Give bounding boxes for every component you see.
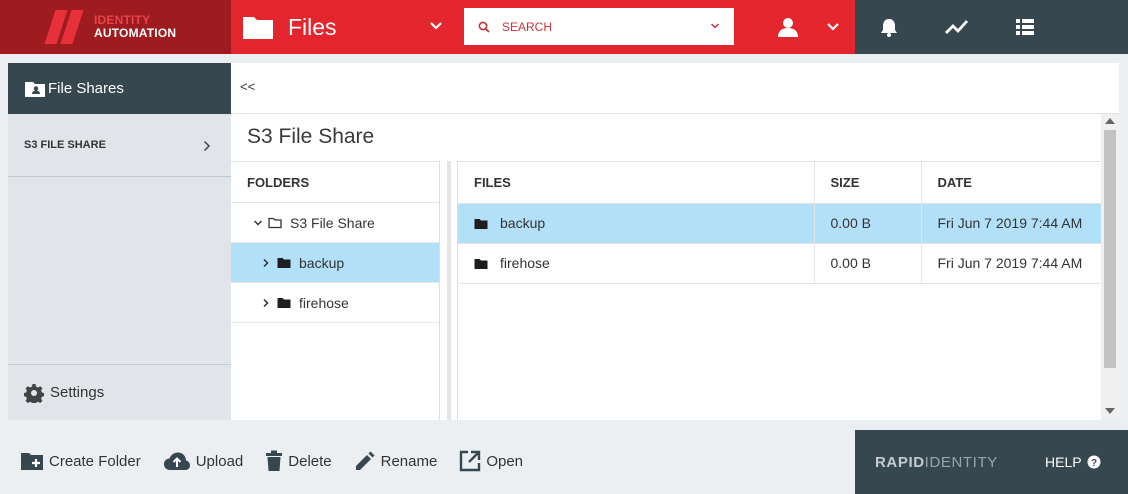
rapididentity-logo: RAPIDIDENTITY bbox=[875, 454, 998, 471]
cloud-upload-icon bbox=[163, 452, 190, 470]
svg-text:?: ? bbox=[1091, 458, 1097, 469]
open-label: Open bbox=[486, 452, 524, 470]
file-date: Fri Jun 7 2019 7:44 AM bbox=[921, 203, 1101, 244]
tree-label: firehose bbox=[299, 294, 349, 311]
top-bar: IDENTITY AUTOMATION Files bbox=[0, 0, 1128, 54]
folders-header: FOLDERS bbox=[231, 162, 439, 203]
scrollbar-thumb[interactable] bbox=[1104, 130, 1116, 368]
table-row[interactable]: backup 0.00 B Fri Jun 7 2019 7:44 AM bbox=[458, 203, 1101, 244]
trash-icon bbox=[266, 450, 283, 471]
delete-label: Delete bbox=[288, 452, 332, 470]
help-button[interactable]: HELP ? bbox=[1045, 454, 1101, 470]
user-icon bbox=[778, 18, 798, 37]
footer-brand-bar: RAPIDIDENTITY HELP ? bbox=[855, 430, 1128, 494]
upload-label: Upload bbox=[195, 452, 244, 470]
notifications-button[interactable] bbox=[855, 0, 923, 54]
analytics-button[interactable] bbox=[923, 0, 991, 54]
chevron-right-icon bbox=[263, 298, 269, 307]
folder-outline-icon bbox=[268, 217, 282, 228]
action-toolbar: Create Folder Upload Delete Rename Open bbox=[0, 428, 855, 494]
folder-icon bbox=[277, 257, 291, 268]
open-external-icon bbox=[460, 450, 481, 472]
list-icon bbox=[1016, 19, 1034, 35]
folder-icon bbox=[277, 297, 291, 308]
chevron-right-icon bbox=[203, 140, 211, 152]
delete-button[interactable]: Delete bbox=[265, 450, 332, 472]
upload-button[interactable]: Upload bbox=[163, 451, 244, 471]
settings-label: Settings bbox=[50, 384, 105, 401]
tree-item-backup[interactable]: backup bbox=[231, 243, 439, 283]
help-circle-icon: ? bbox=[1087, 455, 1101, 469]
folders-panel: FOLDERS S3 File Share backup firehose bbox=[231, 161, 439, 420]
chevron-down-icon[interactable] bbox=[429, 19, 443, 33]
main-panel: << S3 File Share FOLDERS S3 File Share b… bbox=[231, 63, 1119, 420]
column-header-files[interactable]: FILES bbox=[458, 162, 815, 204]
file-name: firehose bbox=[500, 255, 550, 271]
create-folder-button[interactable]: Create Folder bbox=[20, 451, 141, 471]
column-header-size[interactable]: SIZE bbox=[814, 162, 922, 204]
open-button[interactable]: Open bbox=[459, 450, 523, 472]
column-header-date[interactable]: DATE bbox=[921, 162, 1101, 204]
files-table: FILES SIZE DATE backup 0.00 B Fri Jun 7 … bbox=[458, 162, 1101, 284]
chevron-down-icon bbox=[827, 23, 839, 31]
tree-toggle[interactable] bbox=[251, 219, 265, 227]
tree-item-firehose[interactable]: firehose bbox=[231, 283, 439, 323]
create-folder-label: Create Folder bbox=[49, 452, 141, 470]
user-menu-button[interactable] bbox=[765, 0, 811, 54]
app-selector[interactable]: Files bbox=[231, 0, 455, 54]
file-date: Fri Jun 7 2019 7:44 AM bbox=[921, 243, 1101, 284]
page-title: S3 File Share bbox=[247, 125, 375, 148]
tree-root-s3-file-share[interactable]: S3 File Share bbox=[231, 203, 439, 243]
scroll-up-arrow-icon[interactable] bbox=[1105, 118, 1115, 124]
help-label: HELP bbox=[1045, 454, 1082, 470]
logo-line-2: AUTOMATION bbox=[94, 26, 177, 40]
folder-icon bbox=[243, 17, 273, 39]
app-title: Files bbox=[288, 13, 337, 40]
file-size: 0.00 B bbox=[814, 243, 922, 284]
search-input[interactable] bbox=[502, 19, 692, 34]
rename-button[interactable]: Rename bbox=[354, 450, 438, 472]
tree-label: S3 File Share bbox=[290, 214, 375, 231]
rename-label: Rename bbox=[380, 452, 438, 470]
tree-label: backup bbox=[299, 254, 345, 271]
sidebar-header-label: File Shares bbox=[48, 80, 124, 97]
search-dropdown-chevron-icon[interactable] bbox=[710, 21, 720, 31]
user-dropdown-button[interactable] bbox=[815, 0, 851, 54]
sidebar-item-label: S3 FILE SHARE bbox=[24, 139, 106, 151]
collapse-sidebar-button[interactable]: << bbox=[240, 79, 255, 94]
create-folder-icon bbox=[21, 453, 43, 470]
sidebar-header[interactable]: File Shares bbox=[8, 63, 231, 114]
search-box[interactable] bbox=[464, 8, 734, 45]
settings-button[interactable]: Settings bbox=[8, 364, 231, 420]
table-row[interactable]: firehose 0.00 B Fri Jun 7 2019 7:44 AM bbox=[458, 243, 1101, 284]
identity-automation-logo[interactable]: IDENTITY AUTOMATION bbox=[0, 0, 231, 54]
tree-toggle[interactable] bbox=[259, 258, 273, 268]
list-view-button[interactable] bbox=[991, 0, 1059, 54]
panel-splitter[interactable] bbox=[439, 161, 458, 420]
search-icon bbox=[478, 21, 490, 33]
file-name: backup bbox=[500, 215, 546, 231]
files-panel: FILES SIZE DATE backup 0.00 B Fri Jun 7 … bbox=[458, 161, 1101, 420]
file-size: 0.00 B bbox=[814, 203, 922, 244]
gear-icon bbox=[24, 383, 44, 403]
trending-icon bbox=[945, 20, 969, 34]
folder-icon bbox=[474, 259, 488, 270]
sidebar-item-s3-file-share[interactable]: S3 FILE SHARE bbox=[8, 114, 231, 177]
scroll-down-arrow-icon[interactable] bbox=[1105, 408, 1115, 414]
chevron-down-icon bbox=[253, 219, 263, 226]
chevron-right-icon bbox=[263, 258, 269, 267]
vertical-scrollbar[interactable] bbox=[1101, 114, 1119, 420]
sidebar: File Shares S3 FILE SHARE Settings bbox=[8, 63, 231, 420]
folder-icon bbox=[474, 219, 488, 230]
pencil-icon bbox=[355, 451, 375, 470]
shared-folder-icon bbox=[25, 81, 45, 97]
logo-mark-icon bbox=[44, 10, 90, 44]
bell-icon bbox=[881, 19, 897, 37]
tree-toggle[interactable] bbox=[259, 298, 273, 308]
